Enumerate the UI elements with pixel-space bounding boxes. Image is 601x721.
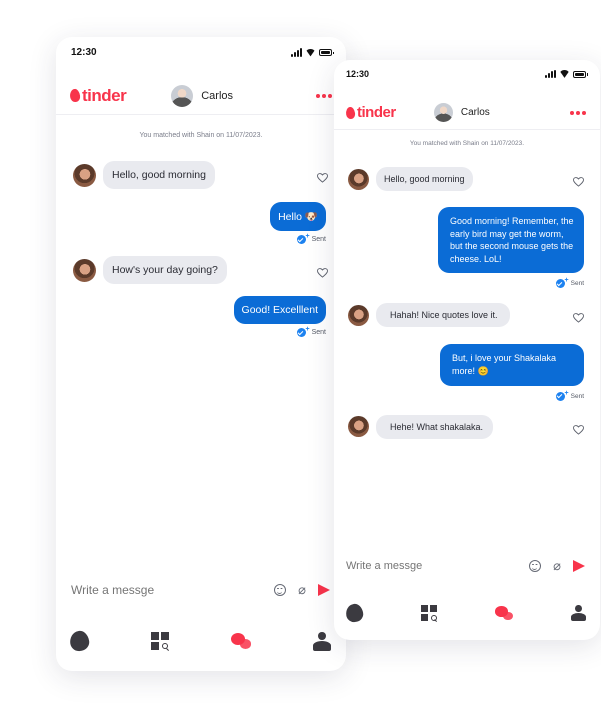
battery-icon: [573, 70, 588, 78]
status-bar: 12:30: [334, 69, 600, 79]
match-notice: You matched with Shain on 11/07/2023.: [409, 140, 525, 147]
message-list: You matched with Shain on 11/07/2023. He…: [334, 130, 600, 439]
sender-avatar: [348, 304, 369, 326]
send-icon[interactable]: [573, 560, 585, 572]
send-icon[interactable]: [318, 584, 330, 596]
emoji-icon[interactable]: [529, 560, 542, 572]
chat-icon[interactable]: [495, 606, 513, 620]
contact-name: Carlos: [460, 107, 490, 118]
explore-icon[interactable]: [421, 605, 437, 621]
explore-icon[interactable]: [151, 632, 169, 650]
message-row-incoming: How's your day going?: [56, 256, 346, 284]
battery-icon: [319, 49, 334, 56]
tinder-logo[interactable]: tinder: [69, 86, 127, 106]
sent-check-icon: +: [555, 277, 569, 289]
sender-avatar: [73, 258, 96, 282]
tinder-logo[interactable]: tinder: [345, 104, 396, 121]
more-options-icon[interactable]: [316, 93, 332, 98]
sent-check-icon: +: [555, 390, 569, 401]
contact-name: Carlos: [201, 89, 234, 102]
contact-info[interactable]: Carlos: [433, 103, 490, 122]
heart-icon[interactable]: [573, 174, 584, 187]
message-row-incoming: Hehe! What shakalaka.: [334, 414, 600, 439]
message-composer: ⌀: [334, 559, 600, 572]
message-row-incoming: Hahah! Nice quotes love it.: [334, 303, 600, 328]
message-row-incoming: Hello, good morning: [334, 167, 600, 191]
attachment-icon[interactable]: ⌀: [298, 583, 306, 596]
more-options-icon[interactable]: [569, 110, 586, 115]
wifi-icon: [559, 70, 570, 78]
signal-icon: [545, 70, 556, 78]
message-row-outgoing: But, i love your Shakalaka more! 😊 + Sen…: [334, 344, 600, 401]
message-bubble-outgoing[interactable]: But, i love your Shakalaka more! 😊: [440, 344, 584, 386]
sent-status: + Sent: [296, 233, 326, 244]
message-composer: ⌀: [56, 583, 346, 597]
message-row-outgoing: Good morning! Remember, the early bird m…: [334, 207, 600, 289]
profile-icon[interactable]: [571, 605, 586, 621]
chat-screen-right: 12:30 tinder Carlos You matched with Sha…: [334, 60, 600, 640]
message-bubble-incoming[interactable]: Hehe! What shakalaka.: [376, 414, 494, 439]
message-bubble-outgoing[interactable]: Good! Excelllent: [233, 296, 326, 324]
sent-status: + Sent: [555, 390, 584, 401]
status-time: 12:30: [71, 47, 97, 58]
contact-avatar: [433, 103, 453, 122]
bottom-tab-bar: [334, 601, 600, 625]
heart-icon[interactable]: [317, 265, 328, 278]
bottom-tab-bar: [56, 627, 346, 655]
sent-check-icon: +: [296, 233, 310, 244]
flame-icon[interactable]: [68, 629, 91, 653]
heart-icon[interactable]: [573, 422, 584, 435]
contact-avatar: [171, 84, 194, 107]
status-time: 12:30: [346, 69, 370, 79]
chat-screen-left: 12:30 tinder Carlos You matched with Sha…: [56, 37, 346, 671]
message-list: You matched with Shain on 11/07/2023. He…: [56, 116, 346, 337]
message-row-incoming: Hello, good morning: [56, 161, 346, 189]
heart-icon[interactable]: [317, 170, 328, 183]
wifi-icon: [305, 49, 316, 57]
chat-header: tinder Carlos: [334, 96, 600, 130]
message-bubble-outgoing[interactable]: Good morning! Remember, the early bird m…: [438, 207, 584, 274]
message-bubble-incoming[interactable]: How's your day going?: [103, 256, 227, 284]
profile-icon[interactable]: [313, 631, 331, 651]
sent-status: + Sent: [296, 326, 326, 337]
flame-logo-icon: [69, 88, 81, 103]
chat-icon[interactable]: [231, 633, 251, 649]
status-bar: 12:30: [56, 47, 346, 58]
sender-avatar: [348, 416, 369, 438]
attachment-icon[interactable]: ⌀: [553, 559, 561, 572]
sender-avatar: [73, 163, 96, 187]
match-notice: You matched with Shain on 11/07/2023.: [139, 132, 263, 139]
message-bubble-incoming[interactable]: Hello, good morning: [376, 167, 473, 191]
message-bubble-incoming[interactable]: Hahah! Nice quotes love it.: [376, 303, 510, 328]
message-input[interactable]: [346, 560, 486, 572]
flame-logo-icon: [345, 105, 356, 120]
sent-check-icon: +: [296, 326, 310, 337]
message-row-outgoing: Hello 🐶 + Sent: [56, 202, 346, 244]
chat-header: tinder Carlos: [56, 77, 346, 115]
contact-info[interactable]: Carlos: [171, 84, 234, 107]
emoji-icon[interactable]: [274, 584, 287, 596]
message-row-outgoing: Good! Excelllent + Sent: [56, 296, 346, 337]
sender-avatar: [348, 168, 369, 190]
heart-icon[interactable]: [573, 310, 584, 324]
sent-status: + Sent: [555, 277, 584, 289]
signal-icon: [291, 47, 302, 57]
message-bubble-incoming[interactable]: Hello, good morning: [103, 161, 215, 189]
message-bubble-outgoing[interactable]: Hello 🐶: [270, 202, 326, 231]
message-input[interactable]: [71, 583, 221, 597]
flame-icon[interactable]: [344, 602, 365, 624]
